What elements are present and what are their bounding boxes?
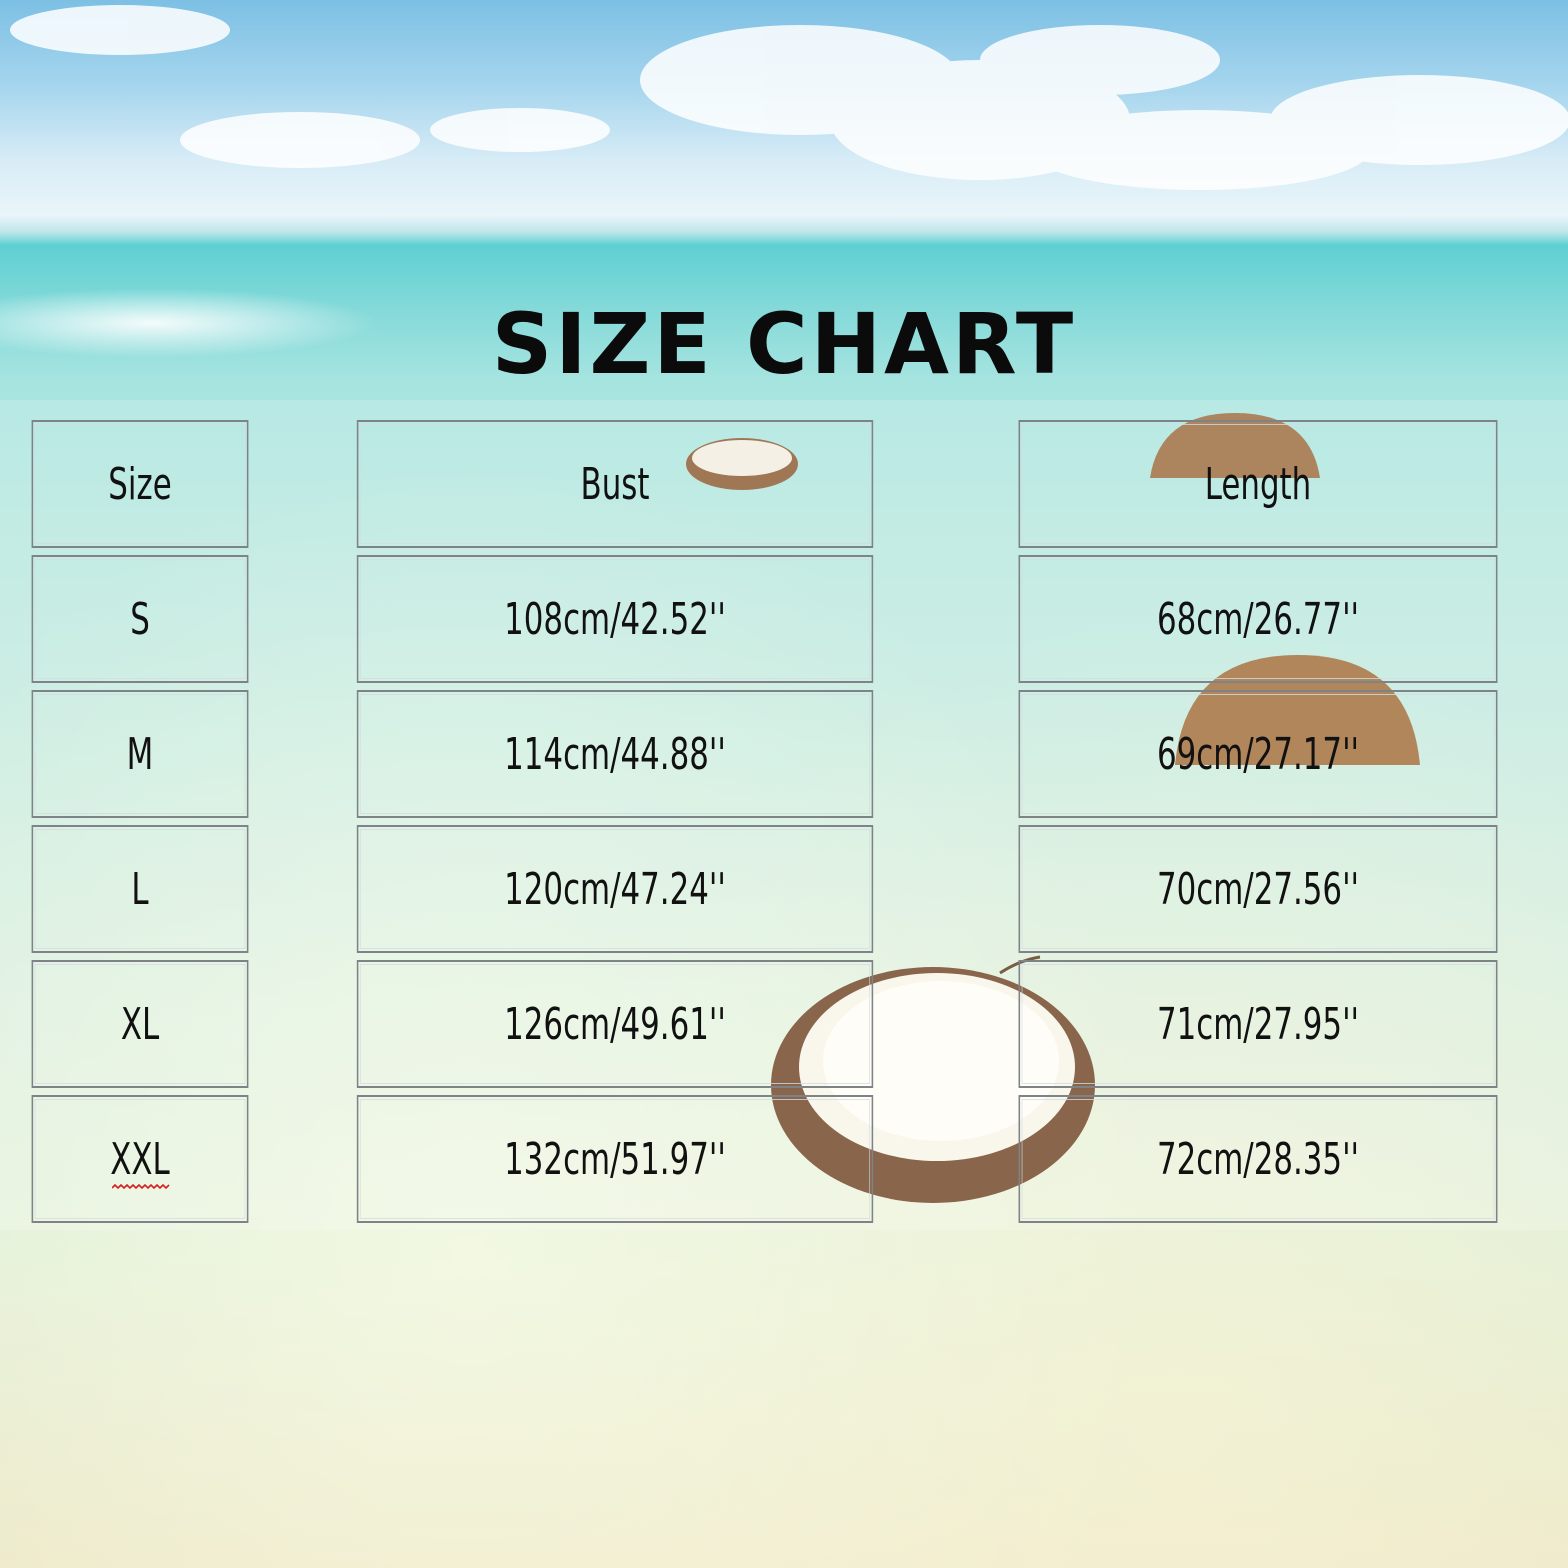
- cell-size: XXL: [31, 1095, 249, 1223]
- cell-length: 71cm/27.95'': [1018, 960, 1498, 1088]
- clouds-illustration: [10, 5, 1568, 190]
- page-title: SIZE CHART: [491, 295, 1077, 393]
- cell-bust: 114cm/44.88'': [356, 690, 874, 818]
- cell-bust: 108cm/42.52'': [356, 555, 874, 683]
- header-size: Size: [31, 420, 249, 548]
- cell-length: 70cm/27.56'': [1018, 825, 1498, 953]
- header-length: Length: [1018, 420, 1498, 548]
- cell-bust: 132cm/51.97'': [356, 1095, 874, 1223]
- cell-size: M: [31, 690, 249, 818]
- table-row: S 108cm/42.52'' 68cm/26.77'': [0, 555, 1568, 683]
- cell-length: 69cm/27.17'': [1018, 690, 1498, 818]
- cell-size: S: [31, 555, 249, 683]
- header-bust: Bust: [356, 420, 874, 548]
- table-row: M 114cm/44.88'' 69cm/27.17'': [0, 690, 1568, 818]
- table-header-row: Size Bust Length: [0, 420, 1568, 548]
- cell-bust: 126cm/49.61'': [356, 960, 874, 1088]
- cell-length: 72cm/28.35'': [1018, 1095, 1498, 1223]
- cell-bust: 120cm/47.24'': [356, 825, 874, 953]
- spellcheck-squiggle-icon: [112, 1183, 170, 1190]
- cell-size: L: [31, 825, 249, 953]
- cell-size: XL: [31, 960, 249, 1088]
- table-row: XXL 132cm/51.97'' 72cm/28.35'': [0, 1095, 1568, 1223]
- cell-length: 68cm/26.77'': [1018, 555, 1498, 683]
- table-row: XL 126cm/49.61'' 71cm/27.95'': [0, 960, 1568, 1088]
- table-row: L 120cm/47.24'' 70cm/27.56'': [0, 825, 1568, 953]
- size-table: Size Bust Length S 108cm/42.52'' 68cm/26…: [0, 420, 1568, 1230]
